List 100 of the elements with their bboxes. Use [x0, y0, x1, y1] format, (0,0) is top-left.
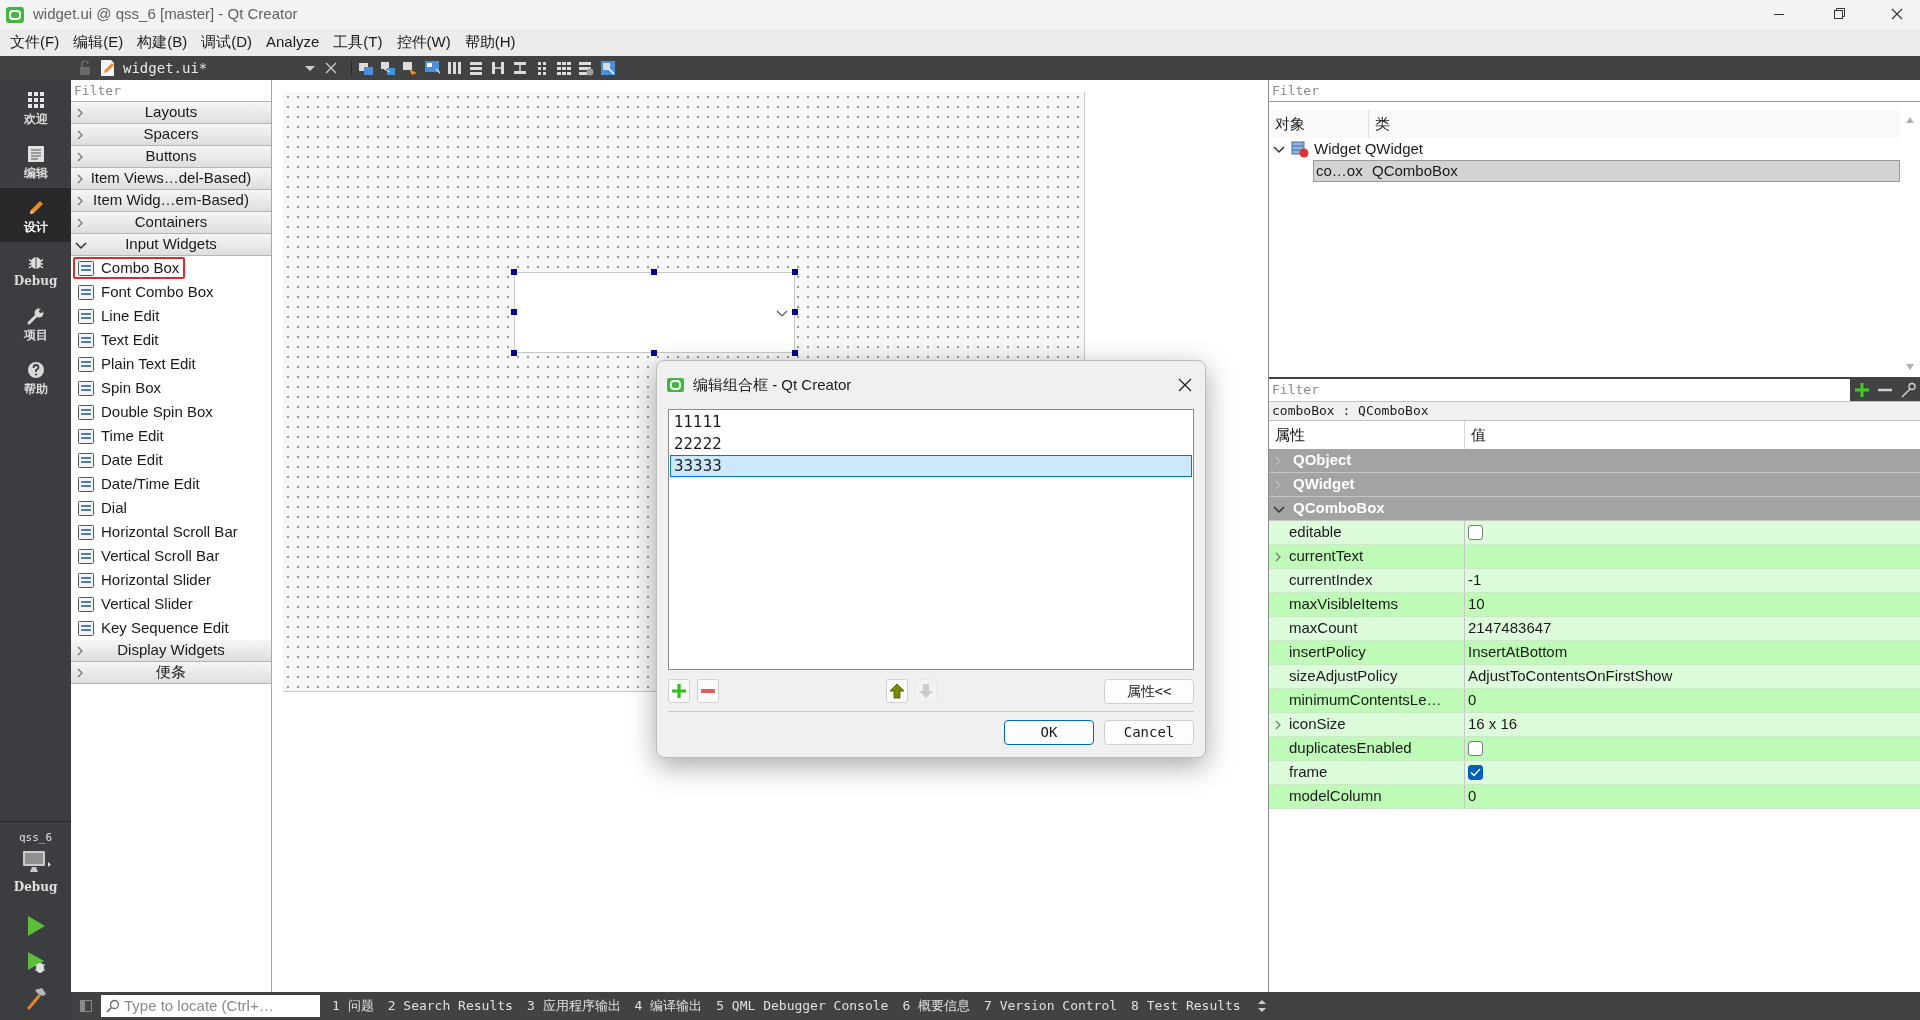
sidebar-toggle-icon[interactable]	[79, 999, 93, 1013]
output-pane-tab[interactable]: 7 Version Control	[984, 996, 1118, 1016]
property-value[interactable]: 0	[1468, 785, 1477, 808]
properties-button[interactable]: 属性<<	[1104, 678, 1194, 704]
widget-list-item[interactable]: Vertical Scroll Bar	[73, 545, 226, 567]
property-value[interactable]: AdjustToContentsOnFirstShow	[1468, 665, 1673, 688]
menu-item[interactable]: 帮助(H)	[458, 31, 522, 54]
plus-icon[interactable]	[1853, 382, 1870, 398]
property-row[interactable]: maxCount 2147483647	[1269, 617, 1920, 641]
widget-list-item[interactable]: Dial	[73, 497, 133, 519]
category-header[interactable]: Item Views…del-Based)	[71, 168, 271, 190]
category-header[interactable]: Layouts	[71, 102, 271, 124]
property-value[interactable]: 10	[1468, 593, 1485, 616]
wrench-icon[interactable]	[1900, 382, 1917, 398]
chevron-down-icon[interactable]	[1273, 143, 1285, 155]
property-row[interactable]: insertPolicy InsertAtBottom	[1269, 641, 1920, 665]
output-pane-tab[interactable]: 4 编译输出	[634, 996, 703, 1016]
column-header[interactable]: 值	[1465, 423, 1486, 447]
tab-order-icon[interactable]	[424, 60, 440, 76]
output-pane-tab[interactable]: 2 Search Results	[387, 996, 513, 1016]
property-value[interactable]: 0	[1468, 689, 1477, 712]
selection-handle[interactable]	[792, 269, 798, 275]
mode-button[interactable]: 帮助	[0, 350, 71, 404]
property-value[interactable]: InsertAtBottom	[1468, 641, 1568, 664]
output-pane-tab[interactable]: 8 Test Results	[1131, 996, 1241, 1016]
document-name[interactable]: widget.ui*	[123, 57, 303, 79]
category-header[interactable]: Buttons	[71, 146, 271, 168]
checkbox[interactable]	[1468, 741, 1483, 756]
list-item[interactable]: 22222	[670, 433, 1192, 455]
up-button[interactable]	[886, 679, 908, 703]
mode-button[interactable]: 编辑	[0, 134, 71, 188]
monitor-icon[interactable]	[20, 850, 51, 874]
widget-list-item[interactable]: Horizontal Slider	[73, 569, 218, 591]
widget-list-item[interactable]: Combo Box	[73, 257, 186, 279]
widget-list-item[interactable]: Date/Time Edit	[73, 473, 206, 495]
selection-handle[interactable]	[511, 269, 517, 275]
selection-handle[interactable]	[651, 269, 657, 275]
selection-handle[interactable]	[792, 350, 798, 356]
grid-layout-icon[interactable]	[556, 60, 572, 76]
widget-list-item[interactable]: Time Edit	[73, 425, 170, 447]
close-icon[interactable]	[323, 60, 339, 76]
selection-handle[interactable]	[792, 309, 798, 315]
menu-item[interactable]: 控件(W)	[390, 31, 457, 54]
widget-list-item[interactable]: Spin Box	[73, 377, 168, 399]
widget-editing-icon[interactable]	[358, 60, 374, 76]
category-header[interactable]: Spacers	[71, 124, 271, 146]
widget-list-item[interactable]: Key Sequence Edit	[73, 617, 235, 639]
horizontal-splitter-icon[interactable]	[490, 60, 506, 76]
remove-button[interactable]	[697, 679, 719, 703]
widget-list-item[interactable]: Date Edit	[73, 449, 169, 471]
category-header[interactable]: Item Widg…em-Based)	[71, 190, 271, 212]
property-row[interactable]: minimumContentsLe… 0	[1269, 689, 1920, 713]
menu-item[interactable]: 构建(B)	[131, 31, 194, 54]
filter-field[interactable]: Filter	[1269, 80, 1920, 102]
widget-list-item[interactable]: Font Combo Box	[73, 281, 220, 303]
menu-item[interactable]: 调试(D)	[195, 31, 258, 54]
widget-list-item[interactable]: Vertical Slider	[73, 593, 199, 615]
buddy-icon[interactable]	[402, 60, 418, 76]
column-header[interactable]: 类	[1369, 112, 1390, 136]
up-down-arrows-icon[interactable]	[1256, 999, 1267, 1013]
rows-icon[interactable]	[468, 60, 484, 76]
column-header[interactable]: 对象	[1269, 110, 1369, 138]
property-value[interactable]: 16 x 16	[1468, 713, 1518, 736]
selection-handle[interactable]	[651, 350, 657, 356]
category-header[interactable]: 便条	[71, 662, 271, 684]
property-row[interactable]: maxVisibleItems 10	[1269, 593, 1920, 617]
mode-button[interactable]: 欢迎	[0, 80, 71, 134]
menu-item[interactable]: Analyze	[260, 31, 326, 54]
menu-item[interactable]: 工具(T)	[327, 31, 389, 54]
menu-item[interactable]: 编辑(E)	[67, 31, 130, 54]
selection-handle[interactable]	[511, 309, 517, 315]
property-value[interactable]: -1	[1468, 569, 1482, 592]
output-pane-tab[interactable]: 5 QML Debugger Console	[716, 996, 889, 1016]
close-icon[interactable]	[1177, 377, 1193, 393]
list-item[interactable]: 11111	[670, 411, 1192, 433]
break-layout-icon[interactable]	[578, 60, 594, 76]
property-row[interactable]: editable	[1269, 521, 1920, 545]
widget-list-item[interactable]: Text Edit	[73, 329, 165, 351]
property-row[interactable]: iconSize 16 x 16	[1269, 713, 1920, 737]
locator-field[interactable]: Type to locate (Ctrl+…	[101, 995, 320, 1017]
property-row[interactable]: modelColumn 0	[1269, 785, 1920, 809]
widget-list-item[interactable]: Line Edit	[73, 305, 166, 327]
category-header[interactable]: Input Widgets	[71, 234, 271, 256]
adjust-size-icon[interactable]	[600, 60, 616, 76]
output-pane-tab[interactable]: 1 问题	[332, 996, 374, 1016]
output-pane-tab[interactable]: 3 应用程序输出	[526, 996, 621, 1016]
property-row[interactable]: currentIndex -1	[1269, 569, 1920, 593]
vertical-splitter-icon[interactable]	[512, 60, 528, 76]
output-pane-tab[interactable]: 6 概要信息	[902, 996, 971, 1016]
columns-icon[interactable]	[446, 60, 462, 76]
property-row[interactable]: sizeAdjustPolicy AdjustToContentsOnFirstShow	[1269, 665, 1920, 689]
widget-list-item[interactable]: Horizontal Scroll Bar	[73, 521, 244, 543]
tree-row[interactable]: Widget QWidget	[1313, 138, 1900, 160]
category-header[interactable]: Containers	[71, 212, 271, 234]
selection-handle[interactable]	[511, 350, 517, 356]
signal-slot-icon[interactable]	[380, 60, 396, 76]
property-row[interactable]: currentText	[1269, 545, 1920, 569]
mode-button[interactable]: 设计	[0, 188, 71, 242]
list-item[interactable]: 33333	[670, 455, 1192, 477]
checkbox[interactable]	[1468, 525, 1483, 540]
